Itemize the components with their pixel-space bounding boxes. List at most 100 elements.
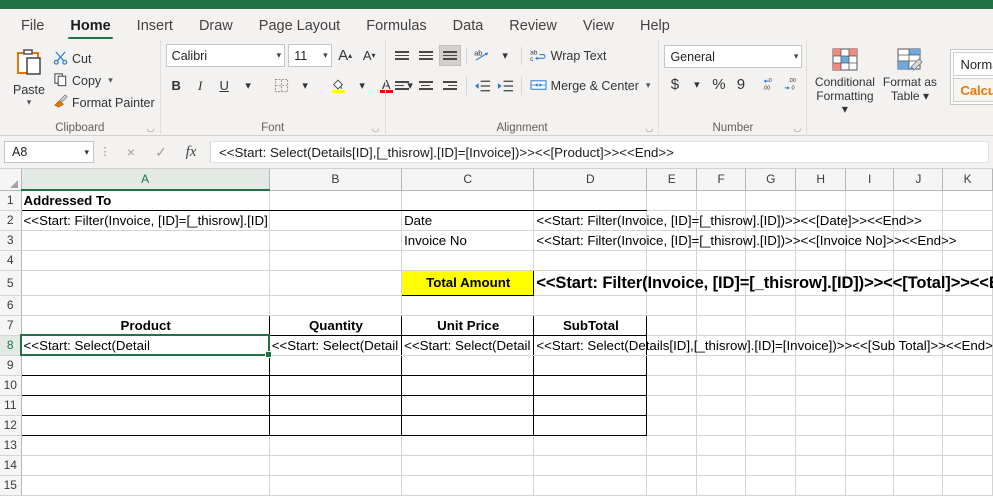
chevron-down-icon[interactable]: ▾ <box>317 50 328 61</box>
cell-J15[interactable] <box>893 475 944 496</box>
cell-F1[interactable] <box>696 190 747 211</box>
decrease-font-size-button[interactable]: A ▾ <box>359 45 380 66</box>
cell-K8[interactable] <box>942 335 993 356</box>
row-header-13[interactable]: 13 <box>0 435 22 456</box>
cell-A5[interactable] <box>21 270 270 296</box>
column-header-E[interactable]: E <box>646 169 697 191</box>
cell-H6[interactable] <box>795 295 847 316</box>
cell-D8[interactable]: <<Start: Select(Details[ID],[_thisrow].[… <box>533 335 993 356</box>
underline-button[interactable]: U <box>214 75 235 96</box>
cell-G5[interactable] <box>745 270 797 296</box>
cell-J3[interactable] <box>893 230 944 251</box>
cell-H9[interactable] <box>795 355 847 376</box>
cell-J9[interactable] <box>893 355 944 376</box>
borders-chevron-icon[interactable]: ▾ <box>295 75 316 96</box>
cell-C2[interactable]: Date <box>401 210 535 231</box>
cell-G12[interactable] <box>745 415 797 436</box>
cell-A10[interactable] <box>20 375 270 396</box>
cell-G3[interactable] <box>745 230 797 251</box>
column-header-K[interactable]: K <box>942 169 993 191</box>
chevron-down-icon[interactable]: ▾ <box>788 51 799 62</box>
cell-E5[interactable] <box>646 270 697 296</box>
cell-H2[interactable] <box>795 210 847 231</box>
tab-insert[interactable]: Insert <box>124 15 186 40</box>
font-dialog-launcher-icon[interactable]: ◡ <box>372 124 381 133</box>
align-left-button[interactable] <box>391 75 413 96</box>
cell-B3[interactable] <box>269 230 403 251</box>
cell-A3[interactable] <box>21 230 270 251</box>
cell-B5[interactable] <box>269 270 403 296</box>
cell-C13[interactable] <box>401 435 535 456</box>
cell-B4[interactable] <box>269 250 403 271</box>
cell-K12[interactable] <box>942 415 993 436</box>
cell-J8[interactable] <box>893 335 944 356</box>
cut-button[interactable]: Cut <box>53 49 155 68</box>
cell-H7[interactable] <box>795 315 847 336</box>
cell-B12[interactable] <box>269 415 403 436</box>
row-header-9[interactable]: 9 <box>0 355 22 376</box>
cell-C10[interactable] <box>401 375 535 396</box>
insert-function-button[interactable]: fx <box>176 141 206 163</box>
cell-G9[interactable] <box>745 355 797 376</box>
align-bottom-button[interactable] <box>438 45 461 66</box>
row-header-14[interactable]: 14 <box>0 455 22 476</box>
cell-F12[interactable] <box>696 415 747 436</box>
increase-decimal-button[interactable]: 0 .00 <box>759 74 780 95</box>
currency-format-button[interactable]: $ <box>664 74 685 95</box>
cell-H15[interactable] <box>795 475 847 496</box>
percent-format-button[interactable]: % <box>708 74 729 95</box>
format-as-table-button[interactable]: Format as Table ▾ <box>877 43 942 117</box>
number-format-select[interactable]: General ▾ <box>664 45 803 68</box>
cell-E7[interactable] <box>646 315 697 336</box>
cell-F7[interactable] <box>696 315 747 336</box>
orientation-button[interactable]: ab <box>472 45 493 66</box>
cell-J4[interactable] <box>893 250 944 271</box>
conditional-formatting-button[interactable]: Conditional Formatting ▾ <box>812 43 877 117</box>
cell-G15[interactable] <box>745 475 797 496</box>
cell-K4[interactable] <box>942 250 993 271</box>
cell-style-calculation[interactable]: Calcul <box>953 78 993 102</box>
cell-A14[interactable] <box>21 455 270 476</box>
cell-A13[interactable] <box>21 435 270 456</box>
decrease-decimal-button[interactable]: .00 0 <box>781 74 802 95</box>
cell-K14[interactable] <box>942 455 993 476</box>
cell-F8[interactable] <box>696 335 747 356</box>
cell-D10[interactable] <box>533 375 648 396</box>
cell-E6[interactable] <box>646 295 697 316</box>
chevron-down-icon[interactable]: ▾ <box>27 98 32 107</box>
cell-D14[interactable] <box>533 455 648 476</box>
confirm-entry-button[interactable]: ✓ <box>146 141 176 163</box>
cell-D12[interactable] <box>533 415 648 436</box>
align-top-button[interactable] <box>391 45 413 66</box>
chevron-down-icon[interactable]: ▾ <box>842 102 848 116</box>
column-header-J[interactable]: J <box>893 169 944 191</box>
number-dialog-launcher-icon[interactable]: ◡ <box>793 124 802 133</box>
cell-J10[interactable] <box>893 375 944 396</box>
row-header-15[interactable]: 15 <box>0 475 22 496</box>
cell-I13[interactable] <box>845 435 895 456</box>
cell-C12[interactable] <box>401 415 535 436</box>
cell-J5[interactable] <box>893 270 944 296</box>
cell-F14[interactable] <box>696 455 747 476</box>
align-middle-button[interactable] <box>415 45 437 66</box>
fill-color-button[interactable] <box>328 75 349 96</box>
cell-J6[interactable] <box>893 295 944 316</box>
row-header-3[interactable]: 3 <box>0 230 22 251</box>
cell-I11[interactable] <box>845 395 895 416</box>
clipboard-dialog-launcher-icon[interactable]: ◡ <box>147 124 156 133</box>
tab-page-layout[interactable]: Page Layout <box>246 15 353 40</box>
cell-B13[interactable] <box>269 435 403 456</box>
column-header-G[interactable]: G <box>745 169 797 191</box>
cell-G11[interactable] <box>745 395 797 416</box>
font-size-input[interactable]: 11 ▾ <box>288 44 332 67</box>
column-header-H[interactable]: H <box>795 169 847 191</box>
cell-C4[interactable] <box>401 250 535 271</box>
cell-D9[interactable] <box>533 355 648 376</box>
column-header-C[interactable]: C <box>401 169 535 191</box>
cell-H4[interactable] <box>795 250 847 271</box>
paste-button[interactable]: Paste ▾ <box>5 43 53 112</box>
cell-D4[interactable] <box>533 250 648 271</box>
cell-J11[interactable] <box>893 395 944 416</box>
cell-F6[interactable] <box>696 295 747 316</box>
cell-A15[interactable] <box>21 475 270 496</box>
